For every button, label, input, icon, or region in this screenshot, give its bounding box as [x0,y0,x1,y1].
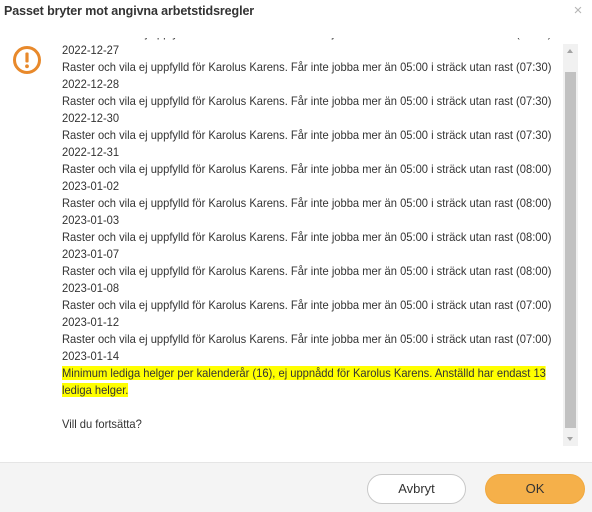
dialog-title: Passet bryter mot angivna arbetstidsregl… [4,4,255,18]
message-line: Raster och vila ej uppfylld för Karolus … [62,60,552,91]
ok-button[interactable]: OK [485,474,585,504]
message-line: Raster och vila ej uppfylld för Karolus … [62,94,552,125]
warning-circle-icon [13,46,41,74]
scroll-down-arrow-icon[interactable] [563,432,578,446]
vertical-scrollbar[interactable] [563,44,578,446]
scrollbar-thumb[interactable] [565,72,576,428]
message-line: Raster och vila ej uppfylld för Karolus … [62,196,552,227]
message-line: Raster och vila ej uppfylld för Karolus … [62,264,552,295]
confirm-question: Vill du fortsätta? [62,417,142,431]
warning-dialog: Passet bryter mot angivna arbetstidsregl… [0,0,592,512]
message-line: Raster och vila ej uppfylld för Karolus … [62,128,552,159]
highlighted-message: Minimum lediga helger per kalenderår (16… [62,366,546,397]
message-line: Raster och vila ej uppfylld för Karolus … [62,298,552,329]
message-line: Raster och vila ej uppfylld för Karolus … [62,162,552,193]
scroll-up-arrow-icon[interactable] [563,44,578,58]
message-line: Raster och vila ej uppfylld för Karolus … [62,38,551,57]
close-icon[interactable]: × [570,2,586,20]
dialog-titlebar: Passet bryter mot angivna arbetstidsregl… [0,0,592,26]
cancel-button[interactable]: Avbryt [367,474,466,504]
message-line: Raster och vila ej uppfylld för Karolus … [62,230,552,261]
dialog-footer: Avbryt OK [0,462,592,512]
message-scroll-area[interactable]: Raster och vila ej uppfylld för Karolus … [62,38,562,446]
message-line: Raster och vila ej uppfylld för Karolus … [62,332,552,363]
message-content: Raster och vila ej uppfylld för Karolus … [62,38,560,433]
